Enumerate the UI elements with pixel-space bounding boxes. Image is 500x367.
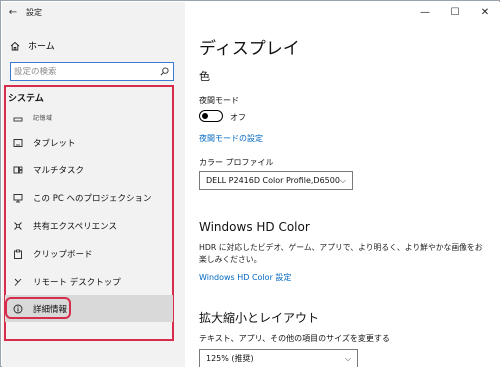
color-heading: 色: [199, 70, 210, 83]
hd-color-description: HDR に対応したビデオ、ゲーム、アプリで、より明るく、より鮮やかな画像をお楽し…: [199, 243, 483, 264]
tablet-icon: [7, 138, 29, 148]
sidebar-item-remote-desktop[interactable]: リモート デスクトップ: [5, 268, 173, 295]
window-controls: — ☐ ✕: [410, 2, 500, 22]
sidebar-item-clipboard[interactable]: クリップボード: [5, 240, 173, 267]
maximize-button[interactable]: ☐: [440, 2, 470, 22]
sidebar-item-label: リモート デスクトップ: [33, 277, 121, 288]
search-icon[interactable]: [160, 67, 169, 76]
app-title: 設定: [26, 7, 42, 17]
shared-experience-icon: [7, 221, 29, 231]
sidebar-item-storage[interactable]: 記憶域: [5, 111, 173, 123]
search-box[interactable]: [10, 62, 174, 81]
close-icon: ✕: [480, 6, 490, 18]
sidebar-item-label: 記憶域: [33, 114, 53, 122]
sidebar-item-label: マルチタスク: [33, 165, 85, 176]
sidebar-item-projection[interactable]: この PC へのプロジェクション: [5, 184, 173, 211]
night-light-toggle[interactable]: [199, 110, 223, 122]
sidebar-item-shared-experience[interactable]: 共有エクスペリエンス: [5, 212, 173, 239]
scale-heading: 拡大縮小とレイアウト: [199, 311, 320, 325]
hd-color-heading: Windows HD Color: [199, 220, 310, 234]
settings-window: ← 設定 ホーム システム 記憶域 タブレ: [0, 0, 500, 367]
home-icon: [10, 41, 20, 50]
chevron-down-icon: ⌵: [344, 353, 351, 363]
remote-desktop-icon: [7, 277, 29, 287]
sidebar-item-tablet[interactable]: タブレット: [5, 129, 173, 156]
title-bar: ← 設定: [2, 2, 185, 22]
close-button[interactable]: ✕: [470, 2, 500, 22]
multitask-icon: [7, 165, 29, 175]
sidebar-item-multitask[interactable]: マルチタスク: [5, 156, 173, 183]
back-button[interactable]: ←: [2, 2, 24, 22]
scale-value: 125% (推奨): [206, 354, 254, 363]
back-arrow-icon: ←: [8, 6, 18, 18]
color-profile-label: カラー プロファイル: [199, 158, 274, 167]
sidebar-item-label: 共有エクスペリエンス: [33, 221, 117, 232]
search-input[interactable]: [14, 66, 144, 77]
sidebar-item-label: タブレット: [33, 138, 76, 149]
clipboard-icon: [7, 249, 29, 259]
maximize-icon: ☐: [450, 6, 460, 18]
main-content: — ☐ ✕ ディスプレイ 色 夜間モード オフ 夜間モードの設定 カラー プロフ…: [185, 2, 500, 367]
sidebar-item-label: クリップボード: [33, 249, 93, 260]
home-label: ホーム: [28, 42, 55, 52]
home-link[interactable]: ホーム: [10, 39, 55, 52]
night-light-settings-link[interactable]: 夜間モードの設定: [199, 133, 263, 144]
page-title: ディスプレイ: [199, 39, 300, 59]
storage-icon: [7, 112, 29, 122]
minimize-icon: —: [420, 6, 430, 18]
minimize-button[interactable]: —: [410, 2, 440, 22]
about-highlight-box: [5, 297, 71, 319]
night-light-label: 夜間モード: [199, 96, 239, 105]
night-light-state: オフ: [230, 113, 246, 122]
sidebar-item-label: この PC へのプロジェクション: [33, 193, 152, 204]
projection-icon: [7, 193, 29, 203]
color-profile-dropdown[interactable]: DELL P2416D Color Profile,D6500 ⌵: [199, 171, 353, 190]
scale-label: テキスト、アプリ、その他の項目のサイズを変更する: [199, 334, 390, 343]
hd-color-settings-link[interactable]: Windows HD Color 設定: [199, 272, 291, 283]
chevron-down-icon: ⌵: [339, 175, 346, 185]
section-title: システム: [8, 94, 44, 104]
color-profile-value: DELL P2416D Color Profile,D6500: [206, 176, 340, 185]
scale-dropdown[interactable]: 125% (推奨) ⌵: [199, 349, 358, 367]
